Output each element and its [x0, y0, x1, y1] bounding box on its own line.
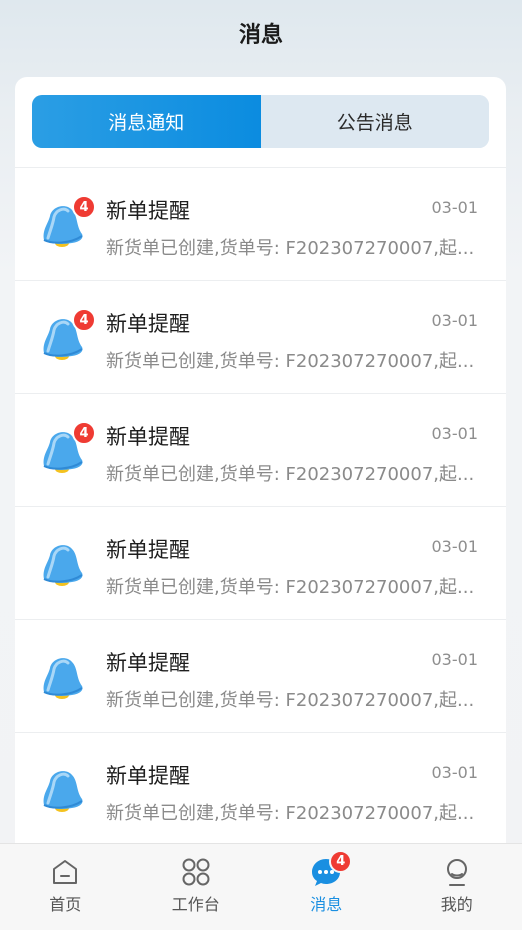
message-desc: 新货单已创建,货单号: F202307270007,起...: [106, 573, 491, 599]
list-item[interactable]: 4 新单提醒 03-01 新货单已创建,货单号: F202307270007,起…: [15, 168, 506, 281]
message-title: 新单提醒: [106, 421, 190, 451]
message-date: 03-01: [432, 424, 479, 443]
messages-badge: 4: [329, 850, 352, 873]
tab-announcements[interactable]: 公告消息: [261, 95, 490, 148]
list-item[interactable]: 新单提醒 03-01 新货单已创建,货单号: F202307270007,起..…: [15, 733, 506, 846]
tabbar-messages[interactable]: 4 消息: [261, 844, 392, 930]
tabbar-profile[interactable]: 我的: [392, 844, 522, 930]
unread-badge: 4: [72, 421, 96, 445]
message-title: 新单提醒: [106, 760, 190, 790]
chat-bubble-icon-wrap: 4: [310, 856, 342, 888]
tabbar-workbench[interactable]: 工作台: [131, 844, 262, 930]
message-list: 4 新单提醒 03-01 新货单已创建,货单号: F202307270007,起…: [15, 167, 506, 846]
list-item[interactable]: 新单提醒 03-01 新货单已创建,货单号: F202307270007,起..…: [15, 620, 506, 733]
list-item[interactable]: 4 新单提醒 03-01 新货单已创建,货单号: F202307270007,起…: [15, 394, 506, 507]
message-date: 03-01: [432, 311, 479, 330]
bottom-tab-bar: 首页 工作台 4 消息 我的: [0, 843, 522, 930]
tab-notifications[interactable]: 消息通知: [32, 95, 261, 148]
list-item[interactable]: 4 新单提醒 03-01 新货单已创建,货单号: F202307270007,起…: [15, 281, 506, 394]
tabbar-label: 首页: [49, 891, 81, 915]
list-item[interactable]: 新单提醒 03-01 新货单已创建,货单号: F202307270007,起..…: [15, 507, 506, 620]
user-icon: [441, 856, 473, 888]
unread-badge: 4: [72, 308, 96, 332]
tabbar-label: 工作台: [172, 891, 220, 915]
unread-badge: 4: [72, 195, 96, 219]
message-desc: 新货单已创建,货单号: F202307270007,起...: [106, 799, 491, 825]
tabbar-home[interactable]: 首页: [0, 844, 131, 930]
grid-icon: [180, 856, 212, 888]
message-desc: 新货单已创建,货单号: F202307270007,起...: [106, 234, 491, 260]
tabbar-label: 消息: [310, 891, 342, 915]
message-date: 03-01: [432, 763, 479, 782]
message-desc: 新货单已创建,货单号: F202307270007,起...: [106, 347, 491, 373]
message-title: 新单提醒: [106, 534, 190, 564]
message-desc: 新货单已创建,货单号: F202307270007,起...: [106, 686, 491, 712]
bell-icon: [36, 537, 88, 589]
bell-icon: [36, 650, 88, 702]
message-date: 03-01: [432, 537, 479, 556]
message-title: 新单提醒: [106, 195, 190, 225]
message-date: 03-01: [432, 198, 479, 217]
message-desc: 新货单已创建,货单号: F202307270007,起...: [106, 460, 491, 486]
page-title: 消息: [239, 17, 283, 49]
message-title: 新单提醒: [106, 647, 190, 677]
segment-tabs: 消息通知 公告消息: [32, 95, 489, 148]
message-date: 03-01: [432, 650, 479, 669]
message-title: 新单提醒: [106, 308, 190, 338]
bell-icon: [36, 763, 88, 815]
tabbar-label: 我的: [441, 891, 473, 915]
header: 消息: [0, 0, 522, 66]
home-icon: [49, 856, 81, 888]
messages-card: 消息通知 公告消息 4 新单提醒 03-01 新货单已创建,货单号: F2023…: [15, 77, 506, 857]
